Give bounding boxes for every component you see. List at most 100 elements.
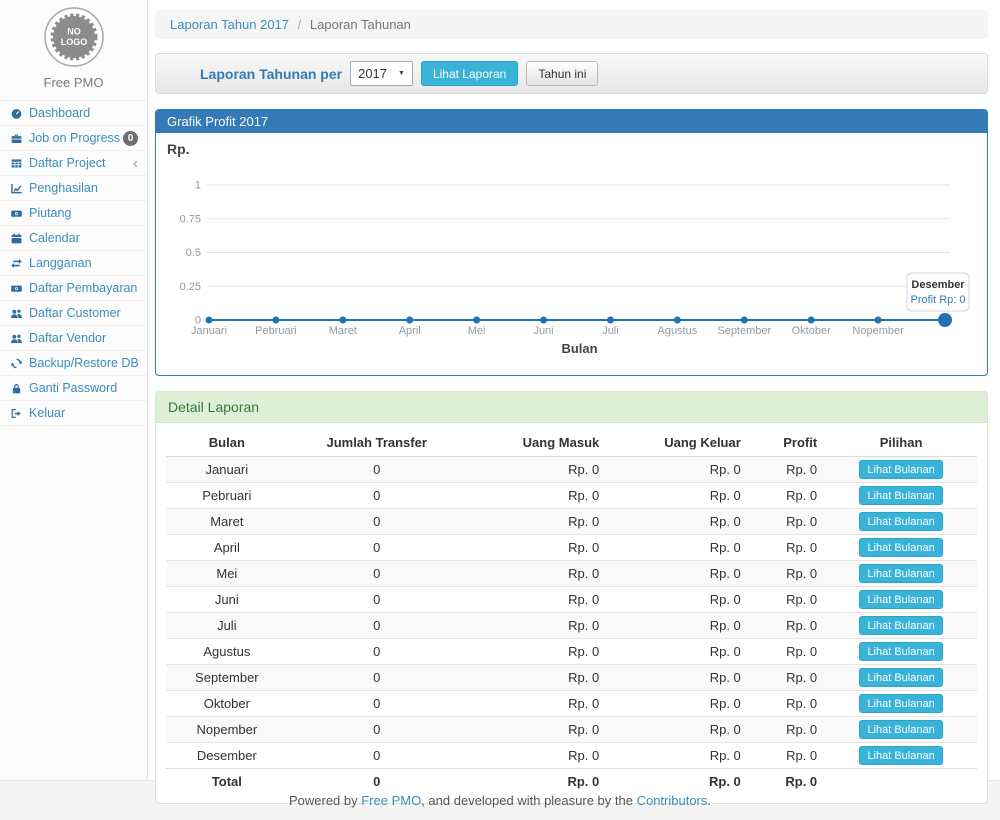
cell-profit: Rp. 0 [749,743,825,769]
cell-bulan: April [166,535,288,561]
table-row: Maret0Rp. 0Rp. 0Rp. 0Lihat Bulanan [166,509,977,535]
lihat-bulanan-button[interactable]: Lihat Bulanan [859,694,942,713]
svg-text:1: 1 [195,180,201,192]
footer-text: Powered by Free PMO, and developed with … [289,793,711,808]
cell-profit: Rp. 0 [749,665,825,691]
table-row: Juni0Rp. 0Rp. 0Rp. 0Lihat Bulanan [166,587,977,613]
profit-line-chart[interactable]: Rp.00.250.50.751JanuariPebruariMaretApri… [157,137,983,368]
cell-bulan: Total [166,769,288,794]
detail-laporan-panel: Detail Laporan BulanJumlah TransferUang … [155,391,988,804]
contributors-link[interactable]: Contributors [637,793,708,808]
cell-keluar: Rp. 0 [607,691,749,717]
breadcrumb-separator: / [298,17,302,32]
sidebar-item-daftar-customer[interactable]: Daftar Customer [0,301,147,326]
cell-jumlah: 0 [288,691,466,717]
cell-pilihan: Lihat Bulanan [825,665,977,691]
year-select[interactable]: 2017 ▼ [350,61,413,86]
chart-line-icon [10,182,23,195]
cell-pilihan: Lihat Bulanan [825,457,977,483]
sign-out-icon [10,407,23,420]
svg-text:0.5: 0.5 [186,247,201,259]
sidebar-item-backup-restore-db[interactable]: Backup/Restore DB [0,351,147,376]
logo: NO LOGO Free PMO [0,0,147,90]
svg-text:Nopember: Nopember [852,325,904,337]
sidebar-item-daftar-vendor[interactable]: Daftar Vendor [0,326,147,351]
sidebar-item-daftar-project[interactable]: Daftar Project‹ [0,151,147,176]
tahun-ini-button[interactable]: Tahun ini [526,61,598,86]
lihat-bulanan-button[interactable]: Lihat Bulanan [859,512,942,531]
column-header-jumlah-transfer: Jumlah Transfer [288,429,466,457]
table-row: Pebruari0Rp. 0Rp. 0Rp. 0Lihat Bulanan [166,483,977,509]
sidebar: NO LOGO Free PMO DashboardJob on Progres… [0,0,148,780]
svg-text:NO: NO [67,27,81,37]
table-row: Nopember0Rp. 0Rp. 0Rp. 0Lihat Bulanan [166,717,977,743]
sidebar-item-keluar[interactable]: Keluar [0,401,147,426]
lihat-laporan-button[interactable]: Lihat Laporan [421,61,518,86]
sidebar-item-label: Backup/Restore DB [29,356,139,370]
cell-bulan: Oktober [166,691,288,717]
app-window: NO LOGO Free PMO DashboardJob on Progres… [0,0,1000,780]
lihat-bulanan-button[interactable]: Lihat Bulanan [859,564,942,583]
sidebar-item-piutang[interactable]: Piutang [0,201,147,226]
cell-pilihan: Lihat Bulanan [825,535,977,561]
sidebar-item-langganan[interactable]: Langganan [0,251,147,276]
cell-pilihan [825,769,977,794]
lihat-bulanan-button[interactable]: Lihat Bulanan [859,668,942,687]
chevron-left-icon: ‹ [133,157,138,170]
sidebar-item-ganti-password[interactable]: Ganti Password [0,376,147,401]
cell-bulan: Juni [166,587,288,613]
breadcrumb-link-laporan-tahun[interactable]: Laporan Tahun 2017 [170,17,289,32]
cell-masuk: Rp. 0 [466,717,608,743]
cell-masuk: Rp. 0 [466,587,608,613]
cell-jumlah: 0 [288,561,466,587]
cell-masuk: Rp. 0 [466,509,608,535]
detail-laporan-table: BulanJumlah TransferUang MasukUang Kelua… [166,429,977,793]
lihat-bulanan-button[interactable]: Lihat Bulanan [859,642,942,661]
cell-jumlah: 0 [288,639,466,665]
cell-keluar: Rp. 0 [607,665,749,691]
cell-masuk: Rp. 0 [466,769,608,794]
cell-masuk: Rp. 0 [466,665,608,691]
users-icon [10,332,23,345]
svg-text:April: April [399,325,421,337]
cell-profit: Rp. 0 [749,561,825,587]
lihat-bulanan-button[interactable]: Lihat Bulanan [859,616,942,635]
cell-pilihan: Lihat Bulanan [825,483,977,509]
table-row: Desember0Rp. 0Rp. 0Rp. 0Lihat Bulanan [166,743,977,769]
y-axis-label: Rp. [167,141,190,157]
svg-text:September: September [717,325,771,337]
column-header-profit: Profit [749,429,825,457]
cell-bulan: Januari [166,457,288,483]
money-icon [10,207,23,220]
cell-keluar: Rp. 0 [607,639,749,665]
sidebar-item-job-on-progress[interactable]: Job on Progress0 [0,126,147,151]
cell-keluar: Rp. 0 [607,769,749,794]
free-pmo-link[interactable]: Free PMO [361,793,421,808]
svg-text:0.25: 0.25 [180,281,201,293]
lihat-bulanan-button[interactable]: Lihat Bulanan [859,746,942,765]
sidebar-item-dashboard[interactable]: Dashboard [0,101,147,126]
svg-text:Juni: Juni [533,325,553,337]
lihat-bulanan-button[interactable]: Lihat Bulanan [859,590,942,609]
cell-pilihan: Lihat Bulanan [825,717,977,743]
table-row: Oktober0Rp. 0Rp. 0Rp. 0Lihat Bulanan [166,691,977,717]
svg-text:Maret: Maret [329,325,357,337]
exchange-icon [10,257,23,270]
svg-text:LOGO: LOGO [60,37,87,47]
chart-tooltip: DesemberProfit Rp: 0 [907,273,969,311]
cell-bulan: Pebruari [166,483,288,509]
lihat-bulanan-button[interactable]: Lihat Bulanan [859,460,942,479]
sidebar-item-daftar-pembayaran[interactable]: Daftar Pembayaran [0,276,147,301]
lihat-bulanan-button[interactable]: Lihat Bulanan [859,486,942,505]
table-row: April0Rp. 0Rp. 0Rp. 0Lihat Bulanan [166,535,977,561]
cell-masuk: Rp. 0 [466,743,608,769]
lihat-bulanan-button[interactable]: Lihat Bulanan [859,538,942,557]
sidebar-item-calendar[interactable]: Calendar [0,226,147,251]
cell-pilihan: Lihat Bulanan [825,613,977,639]
cell-profit: Rp. 0 [749,639,825,665]
lihat-bulanan-button[interactable]: Lihat Bulanan [859,720,942,739]
sidebar-menu: DashboardJob on Progress0Daftar Project‹… [0,100,147,426]
sidebar-item-penghasilan[interactable]: Penghasilan [0,176,147,201]
sidebar-item-label: Calendar [29,231,80,245]
cell-pilihan: Lihat Bulanan [825,743,977,769]
